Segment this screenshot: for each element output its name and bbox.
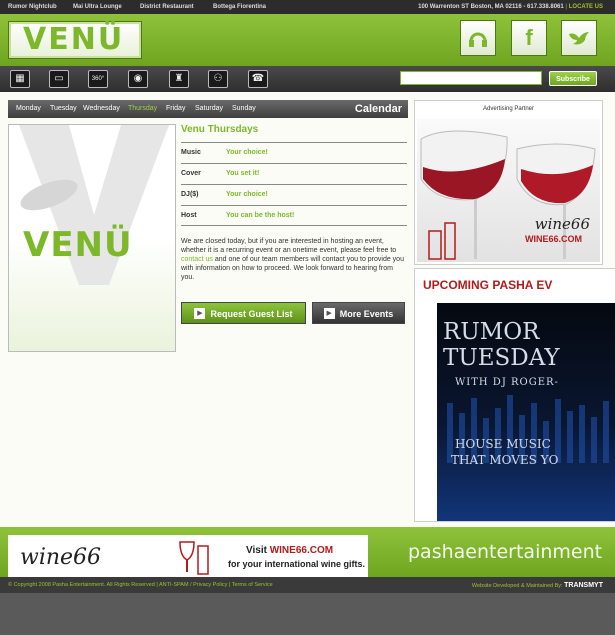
calendar-day-bar: Monday Tuesday Wednesday Thursday Friday… (8, 100, 408, 118)
detail-value: You can be the host! (226, 212, 295, 219)
advertising-partner-box: Advertising Partner wine66 WINE66.COM (414, 100, 603, 265)
360-icon[interactable]: 360° (88, 70, 108, 88)
top-link-bottega[interactable]: Bottega Fiorentina (213, 4, 266, 10)
detail-row-host: Host You can be the host! (181, 205, 407, 226)
detail-value: You set it! (226, 170, 260, 177)
wine66-url: WINE66.COM (524, 234, 582, 244)
venu-logo[interactable]: VENÜ (8, 21, 142, 59)
restroom-icon[interactable]: ⚇ (208, 70, 228, 88)
rumor-tuesday-poster[interactable]: RUMOR TUESDAY WITH DJ ROGER- HOUSE MUSIC… (437, 303, 615, 521)
request-guest-list-button[interactable]: ▶ Request Guest List (181, 302, 306, 324)
address-text: 100 Warrenton ST Boston, MA 02116 - 617.… (418, 4, 564, 10)
day-saturday[interactable]: Saturday (195, 105, 223, 112)
guest-button-label: Request Guest List (210, 309, 293, 319)
wine66-logo: wine66 (534, 215, 590, 233)
detail-value: Your choice! (226, 149, 268, 156)
logo-text: VENÜ (23, 22, 125, 57)
detail-value: Your choice! (226, 191, 268, 198)
footer-wine-banner[interactable]: wine66 Visit WINE66.COM for your interna… (8, 535, 368, 577)
pasha-entertainment-logo[interactable]: pashaentertainment (408, 541, 602, 563)
contact-us-link[interactable]: contact us (181, 256, 213, 263)
visit-url: WINE66.COM (269, 545, 334, 556)
more-button-label: More Events (339, 309, 394, 319)
copyright-text: © Copyright 2008 Pasha Entertainment. Al… (8, 582, 273, 588)
day-thursday[interactable]: Thursday (128, 105, 157, 112)
visit-label: Visit (246, 545, 270, 556)
detail-label: Cover (181, 170, 201, 177)
developer-credit: Website Developed & Maintained By: TRANS… (472, 582, 603, 589)
site-footer: wine66 Visit WINE66.COM for your interna… (0, 527, 615, 577)
top-link-district[interactable]: District Restaurant (140, 4, 194, 10)
footer-ad-tagline: for your international wine gifts. (228, 559, 366, 569)
twitter-bird-icon[interactable] (561, 20, 597, 56)
facebook-icon[interactable]: f (511, 20, 547, 56)
arrow-right-icon: ▶ (323, 308, 335, 320)
window-icon[interactable]: ▭ (49, 70, 69, 88)
footer-wine66-logo: wine66 (20, 545, 102, 570)
detail-label: DJ($) (181, 191, 199, 198)
headphones-icon[interactable] (460, 20, 496, 56)
detail-row-music: Music Your choice! (181, 142, 407, 162)
film-icon[interactable]: ▦ (10, 70, 30, 88)
more-events-button[interactable]: ▶ More Events (312, 302, 405, 324)
calendar-title: Calendar (354, 103, 402, 115)
poster-line: WITH DJ ROGER- (455, 377, 559, 388)
poster-line: RUMOR (443, 319, 540, 345)
day-wednesday[interactable]: Wednesday (83, 105, 120, 112)
day-sunday[interactable]: Sunday (232, 105, 256, 112)
detail-row-dj: DJ($) Your choice! (181, 184, 407, 204)
event-image: VENÜ (8, 124, 176, 352)
poster-line: THAT MOVES YO (451, 453, 559, 467)
main-content: Monday Tuesday Wednesday Thursday Friday… (0, 92, 615, 527)
wine-ad-banner[interactable]: wine66 WINE66.COM (417, 119, 600, 262)
top-link-rumor[interactable]: Rumor Nightclub (8, 4, 57, 10)
desc-text-1: We are closed today, but if you are inte… (181, 238, 397, 254)
copyright-bar: © Copyright 2008 Pasha Entertainment. Al… (0, 577, 615, 593)
detail-label: Music (181, 149, 201, 156)
detail-row-cover: Cover You set it! (181, 163, 407, 183)
tower-icon[interactable]: ♜ (169, 70, 189, 88)
locate-us-link[interactable]: LOCATE US (569, 4, 603, 10)
camera-icon[interactable]: ◉ (128, 70, 148, 88)
ad-label: Advertising Partner (482, 106, 535, 112)
icon-nav-bar: ▦ ▭ 360° ◉ ♜ ⚇ ☎ Subscribe (0, 66, 615, 93)
site-header: VENÜ f (0, 14, 615, 66)
top-link-mai[interactable]: Mai Ultra Lounge (73, 4, 122, 10)
subscribe-email-input[interactable] (400, 71, 542, 85)
detail-label: Host (181, 212, 197, 219)
poster-line: TUESDAY (443, 345, 560, 371)
arrow-right-icon: ▶ (194, 308, 206, 320)
poster-line: HOUSE MUSIC (455, 437, 551, 451)
phone-icon[interactable]: ☎ (248, 70, 268, 88)
top-links-bar: Rumor Nightclub Mai Ultra Lounge Distric… (0, 0, 615, 14)
day-tuesday[interactable]: Tuesday (50, 105, 77, 112)
developer-label: Website Developed & Maintained By: (471, 583, 563, 589)
upcoming-events-box: UPCOMING PASHA EV RUMOR TUESDAY WITH DJ … (414, 268, 615, 522)
subscribe-button[interactable]: Subscribe (549, 71, 597, 86)
desc-text-2: and one of our team members will contact… (181, 256, 404, 281)
event-image-logo: VENÜ (23, 225, 133, 265)
event-description: We are closed today, but if you are inte… (181, 237, 407, 282)
day-friday[interactable]: Friday (166, 105, 185, 112)
footer-visit-text: Visit WINE66.COM (246, 545, 333, 556)
event-title: Venu Thursdays (181, 124, 259, 135)
transmyt-link[interactable]: TRANSMYT (564, 582, 603, 589)
upcoming-title: UPCOMING PASHA EV (423, 278, 553, 292)
day-monday[interactable]: Monday (16, 105, 41, 112)
address-bar: 100 Warrenton ST Boston, MA 02116 - 617.… (418, 4, 603, 10)
